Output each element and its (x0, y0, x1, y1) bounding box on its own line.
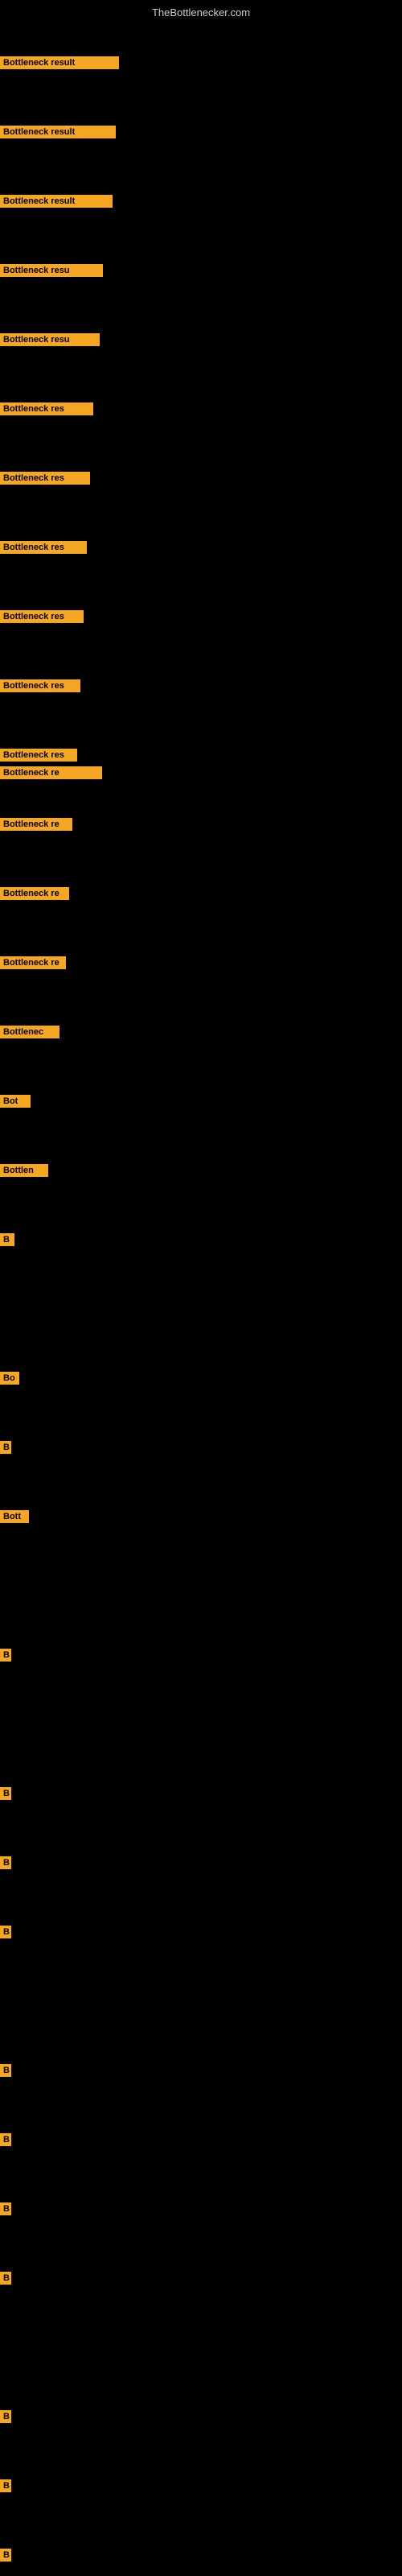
bottleneck-badge-26[interactable]: B (0, 1926, 11, 1938)
bottleneck-badge-32[interactable]: B (0, 2479, 11, 2492)
bottleneck-badge-24[interactable]: B (0, 1787, 11, 1800)
bottleneck-badge-10[interactable]: Bottleneck res (0, 679, 80, 692)
bottleneck-badge-17[interactable]: Bot (0, 1095, 31, 1108)
bottleneck-badge-33[interactable]: B (0, 2549, 11, 2562)
bottleneck-badge-29[interactable]: B (0, 2202, 11, 2215)
bottleneck-badge-5[interactable]: Bottleneck resu (0, 333, 100, 346)
bottleneck-badge-21[interactable]: B (0, 1441, 11, 1454)
bottleneck-badge-9[interactable]: Bottleneck res (0, 610, 84, 623)
bottleneck-badge-25[interactable]: B (0, 1856, 11, 1869)
bottleneck-badge-11[interactable]: Bottleneck res (0, 749, 77, 762)
bottleneck-badge-8[interactable]: Bottleneck res (0, 541, 87, 554)
bottleneck-badge-19[interactable]: B (0, 1233, 14, 1246)
bottleneck-badge-14[interactable]: Bottleneck re (0, 887, 69, 900)
bottleneck-badge-20[interactable]: Bo (0, 1372, 19, 1385)
bottleneck-badge-31[interactable]: B (0, 2410, 11, 2423)
site-title: TheBottlenecker.com (0, 3, 402, 22)
bottleneck-badge-4[interactable]: Bottleneck resu (0, 264, 103, 277)
bottleneck-badge-18[interactable]: Bottlen (0, 1164, 48, 1177)
bottleneck-badge-22[interactable]: Bott (0, 1510, 29, 1523)
bottleneck-badge-1[interactable]: Bottleneck result (0, 56, 119, 69)
bottleneck-badge-12[interactable]: Bottleneck re (0, 766, 102, 779)
bottleneck-badge-30[interactable]: B (0, 2272, 11, 2285)
bottleneck-badge-15[interactable]: Bottleneck re (0, 956, 66, 969)
bottleneck-badge-3[interactable]: Bottleneck result (0, 195, 113, 208)
site-title-text: TheBottlenecker.com (152, 6, 250, 19)
bottleneck-badge-28[interactable]: B (0, 2133, 11, 2146)
bottleneck-badge-23[interactable]: B (0, 1649, 11, 1662)
bottleneck-badge-16[interactable]: Bottlenec (0, 1026, 59, 1038)
bottleneck-badge-13[interactable]: Bottleneck re (0, 818, 72, 831)
bottleneck-badge-2[interactable]: Bottleneck result (0, 126, 116, 138)
bottleneck-badge-27[interactable]: B (0, 2064, 11, 2077)
bottleneck-badge-6[interactable]: Bottleneck res (0, 402, 93, 415)
bottleneck-badge-7[interactable]: Bottleneck res (0, 472, 90, 485)
